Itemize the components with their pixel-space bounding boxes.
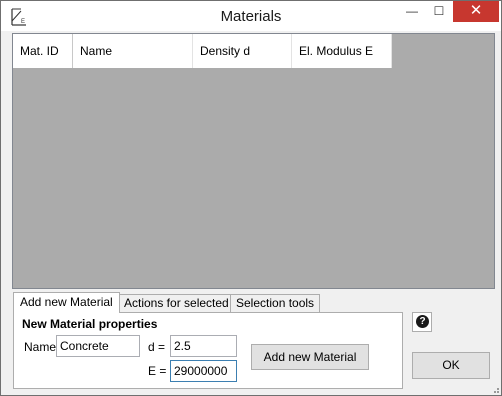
ok-button[interactable]: OK <box>412 352 490 379</box>
help-glyph: ? <box>416 315 429 328</box>
tab-actions-for-selected[interactable]: Actions for selected <box>118 294 235 312</box>
tab-add-new-material[interactable]: Add new Material <box>13 292 120 313</box>
maximize-button[interactable]: ☐ <box>425 1 453 22</box>
materials-window: E Materials — ☐ ✕ Mat. ID Name Density d… <box>0 0 502 396</box>
close-button[interactable]: ✕ <box>453 1 499 22</box>
add-new-material-button[interactable]: Add new Material <box>251 344 369 370</box>
add-material-panel: New Material properties Name Concrete d … <box>13 312 403 389</box>
panel-heading: New Material properties <box>22 317 158 331</box>
name-field[interactable]: Concrete <box>56 335 140 357</box>
column-header-el-modulus[interactable]: El. Modulus E <box>292 34 392 68</box>
grid-header: Mat. ID Name Density d El. Modulus E <box>13 34 392 68</box>
modulus-label: E = <box>148 364 167 378</box>
density-label: d = <box>148 340 166 354</box>
resize-grip-icon[interactable] <box>490 384 500 394</box>
title-bar[interactable]: E Materials — ☐ ✕ <box>1 1 501 31</box>
column-header-density[interactable]: Density d <box>193 34 292 68</box>
minimize-button[interactable]: — <box>399 1 425 22</box>
tab-selection-tools[interactable]: Selection tools <box>230 294 321 312</box>
density-field[interactable]: 2.5 <box>170 335 237 357</box>
name-label: Name <box>24 340 57 354</box>
modulus-field[interactable]: 29000000 <box>170 360 237 382</box>
column-header-name[interactable]: Name <box>73 34 193 68</box>
help-icon[interactable]: ? <box>412 312 432 332</box>
column-header-mat-id[interactable]: Mat. ID <box>13 34 73 68</box>
materials-grid[interactable]: Mat. ID Name Density d El. Modulus E <box>12 33 495 289</box>
